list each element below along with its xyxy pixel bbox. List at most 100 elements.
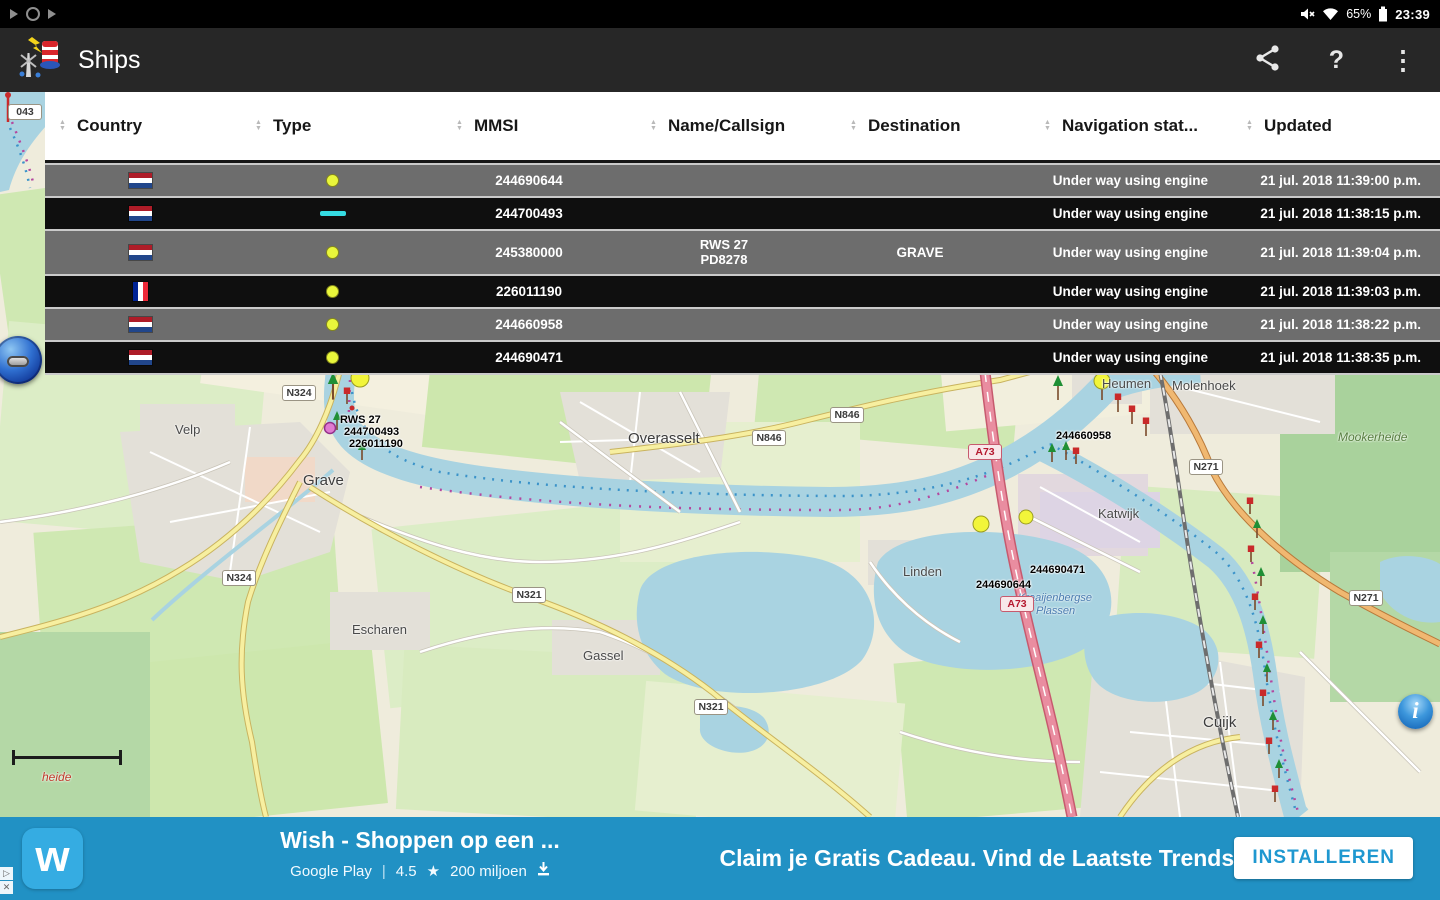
updated-value: 21 jul. 2018 11:38:35 p.m. xyxy=(1260,350,1421,365)
nav-status-value: Under way using engine xyxy=(1052,245,1208,260)
road-shield-n271: N271 xyxy=(1349,590,1383,606)
ship-type-icon xyxy=(326,351,339,364)
column-header-destination[interactable]: ▲ ▼ Destination xyxy=(820,116,1020,136)
column-header-updated[interactable]: ▲ ▼ Updated xyxy=(1228,116,1440,136)
sort-icon: ▲ ▼ xyxy=(456,119,463,132)
mmsi-value: 226011190 xyxy=(495,284,563,299)
town-label-katwijk: Katwijk xyxy=(1098,506,1140,521)
vessel-label: RWS 27 xyxy=(340,414,381,426)
ship-type-icon xyxy=(326,318,339,331)
mmsi-value: 244690644 xyxy=(495,173,563,188)
ad-divider: | xyxy=(381,862,386,880)
vessel-label: 244700493 xyxy=(344,426,400,438)
share-button[interactable] xyxy=(1253,43,1283,78)
vessel-label: 244690644 xyxy=(976,579,1032,591)
column-label: Country xyxy=(76,116,143,135)
name-callsign-value: RWS 27 PD8278 xyxy=(699,236,749,267)
ad-claim-text: Claim je Gratis Cadeau. Vind de Laatste … xyxy=(719,845,1241,871)
table-row[interactable]: 244690471 Under way using engine 21 jul.… xyxy=(45,340,1440,375)
country-flag xyxy=(128,350,152,365)
ad-rating: 4.5 xyxy=(395,862,417,880)
updated-value: 21 jul. 2018 11:39:04 p.m. xyxy=(1260,245,1421,260)
town-label-linden: Linden xyxy=(903,564,943,579)
column-header-country[interactable]: ▲ ▼ Country xyxy=(45,116,235,136)
name-callsign-value xyxy=(628,165,820,196)
country-flag xyxy=(128,245,152,260)
page-title: Ships xyxy=(78,45,141,74)
sort-icon: ▲ ▼ xyxy=(255,119,262,132)
install-button[interactable]: INSTALLEREN xyxy=(1234,837,1413,879)
column-label: Type xyxy=(272,116,312,135)
nav-status-value: Under way using engine xyxy=(1052,206,1208,221)
mute-icon xyxy=(1300,7,1315,21)
notification-icon-media xyxy=(10,9,18,19)
water-label-line2: Plassen xyxy=(1036,605,1076,617)
table-row[interactable]: 244690644 Under way using engine 21 jul.… xyxy=(45,163,1440,196)
road-shield-a73: A73 xyxy=(968,444,1002,460)
help-button[interactable]: ? xyxy=(1329,46,1344,75)
table-row[interactable]: 226011190 Under way using engine 21 jul.… xyxy=(45,274,1440,307)
country-flag xyxy=(132,282,148,301)
battery-percent: 65% xyxy=(1346,7,1372,21)
column-label: MMSI xyxy=(473,116,519,135)
sort-icon: ▲ ▼ xyxy=(1044,119,1051,132)
mmsi-value: 244690471 xyxy=(495,350,563,365)
column-header-name-callsign[interactable]: ▲ ▼ Name/Callsign xyxy=(628,116,820,136)
road-shield-n321: N321 xyxy=(694,699,728,715)
column-header-mmsi[interactable]: ▲ ▼ MMSI xyxy=(430,116,628,136)
ad-text-block: Wish - Shoppen op een ... Google Play | … xyxy=(200,827,640,880)
table-row[interactable]: 244660958 Under way using engine 21 jul.… xyxy=(45,307,1440,340)
destination-value xyxy=(820,198,1020,229)
info-button[interactable]: i xyxy=(1398,694,1433,729)
nav-status-value: Under way using engine xyxy=(1052,317,1208,332)
updated-value: 21 jul. 2018 11:39:03 p.m. xyxy=(1260,284,1421,299)
wish-logo[interactable]: w xyxy=(22,828,83,889)
notification-icon-record xyxy=(26,7,40,21)
destination-value xyxy=(820,309,1020,340)
overflow-menu-button[interactable]: ⋮ xyxy=(1390,47,1416,73)
sort-icon: ▲ ▼ xyxy=(650,119,657,132)
updated-value: 21 jul. 2018 11:38:15 p.m. xyxy=(1260,206,1421,221)
name-callsign-value xyxy=(628,276,820,307)
ship-type-icon xyxy=(326,174,339,187)
ad-store: Google Play xyxy=(290,862,372,880)
town-label-overasselt: Overasselt xyxy=(628,430,700,447)
column-header-navigation-status[interactable]: ▲ ▼ Navigation stat... xyxy=(1020,116,1228,136)
ship-type-icon xyxy=(326,285,339,298)
vessel-label: 244660958 xyxy=(1056,430,1112,442)
star-icon: ★ xyxy=(426,863,441,880)
country-flag xyxy=(128,173,152,188)
road-shield-cut: 043 xyxy=(8,104,42,120)
name-callsign-value xyxy=(628,198,820,229)
destination-value xyxy=(820,165,1020,196)
table-row[interactable]: 244700493 Under way using engine 21 jul.… xyxy=(45,196,1440,229)
notification-icon-debug xyxy=(48,9,56,19)
road-shield-n846: N846 xyxy=(830,407,864,423)
close-ad-icon[interactable]: ✕ xyxy=(0,881,13,894)
road-shield-a73: A73 xyxy=(1000,596,1034,612)
ad-banner[interactable]: w Wish - Shoppen op een ... Google Play … xyxy=(0,817,1440,900)
destination-value xyxy=(820,276,1020,307)
town-label-velp: Velp xyxy=(175,422,201,437)
app-bar: Ships ? ⋮ xyxy=(0,28,1440,92)
road-shield-n324: N324 xyxy=(282,385,316,401)
adchoices-icon[interactable]: ▷ xyxy=(0,867,13,880)
column-label: Name/Callsign xyxy=(667,116,786,135)
road-shield-n321: N321 xyxy=(512,587,546,603)
road-shield-n324: N324 xyxy=(222,570,256,586)
vessel-label: 226011190 xyxy=(349,438,403,450)
sort-icon: ▲ ▼ xyxy=(1246,119,1253,132)
road-shield-n271: N271 xyxy=(1189,459,1223,475)
app-screen: 65% 23:39 Ships ? ⋮ Velp Grave Overassel… xyxy=(0,0,1440,900)
destination-value xyxy=(820,342,1020,373)
ship-type-icon xyxy=(319,211,346,216)
column-header-type[interactable]: ▲ ▼ Type xyxy=(235,116,430,136)
ad-title[interactable]: Wish - Shoppen op een ... xyxy=(200,827,640,854)
mmsi-value: 244660958 xyxy=(495,317,563,332)
nav-status-value: Under way using engine xyxy=(1052,173,1208,188)
table-row[interactable]: 245380000 RWS 27 PD8278 GRAVE Under way u… xyxy=(45,229,1440,274)
updated-value: 21 jul. 2018 11:39:00 p.m. xyxy=(1260,173,1421,188)
town-label-escharen: Escharen xyxy=(352,622,407,637)
town-label-heumen: Heumen xyxy=(1102,376,1152,391)
mmsi-value: 244700493 xyxy=(495,206,563,221)
